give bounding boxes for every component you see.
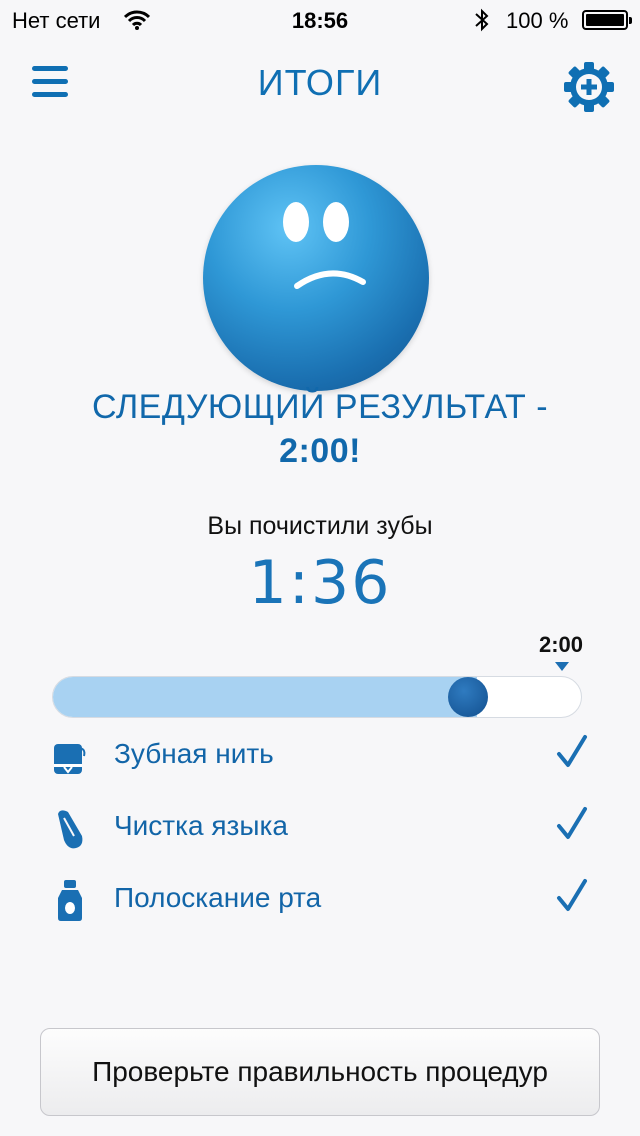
brushed-label: Вы почистили зубы [207, 512, 433, 540]
progress-knob [448, 677, 488, 717]
target-time-label: 2:00 [538, 632, 584, 657]
task-label: Зубная нить [114, 738, 274, 769]
brushed-time: 1:36 [248, 548, 392, 618]
gear-plus-icon [564, 62, 614, 112]
floss-icon [54, 744, 86, 774]
target-marker-icon [555, 662, 569, 671]
task-row-mouthwash: Полоскание рта [0, 870, 640, 930]
task-label: Полоскание рта [114, 882, 322, 913]
battery-icon [582, 10, 632, 30]
progress-track [52, 676, 582, 718]
bluetooth-icon [474, 8, 490, 38]
page-title: ИТОГИ [257, 62, 383, 103]
result-headline: СЛЕДУЮЩИЙ РЕЗУЛЬТАТ - 2:00! [30, 385, 610, 473]
settings-button[interactable] [562, 60, 616, 114]
checkmark-icon [557, 879, 587, 911]
task-label: Чистка языка [114, 810, 288, 841]
checkmark-icon [557, 807, 587, 839]
headline-line-1: СЛЕДУЮЩИЙ РЕЗУЛЬТАТ - [91, 388, 549, 426]
battery-percent: 100 % [506, 8, 569, 33]
task-row-floss: Зубная нить [0, 726, 640, 786]
status-bar: Нет сети 18:56 100 % [0, 0, 640, 40]
task-row-tongue: Чистка языка [0, 798, 640, 858]
face-mouth [294, 270, 366, 289]
progress-fill [53, 677, 477, 717]
sad-face-icon [203, 165, 429, 391]
checkmark-icon [557, 735, 587, 767]
check-procedures-button[interactable]: Проверьте правильность процедур [40, 1028, 600, 1116]
tongue-icon [58, 810, 83, 849]
mouthwash-icon [58, 880, 82, 921]
headline-line-2: 2:00! [279, 432, 361, 470]
